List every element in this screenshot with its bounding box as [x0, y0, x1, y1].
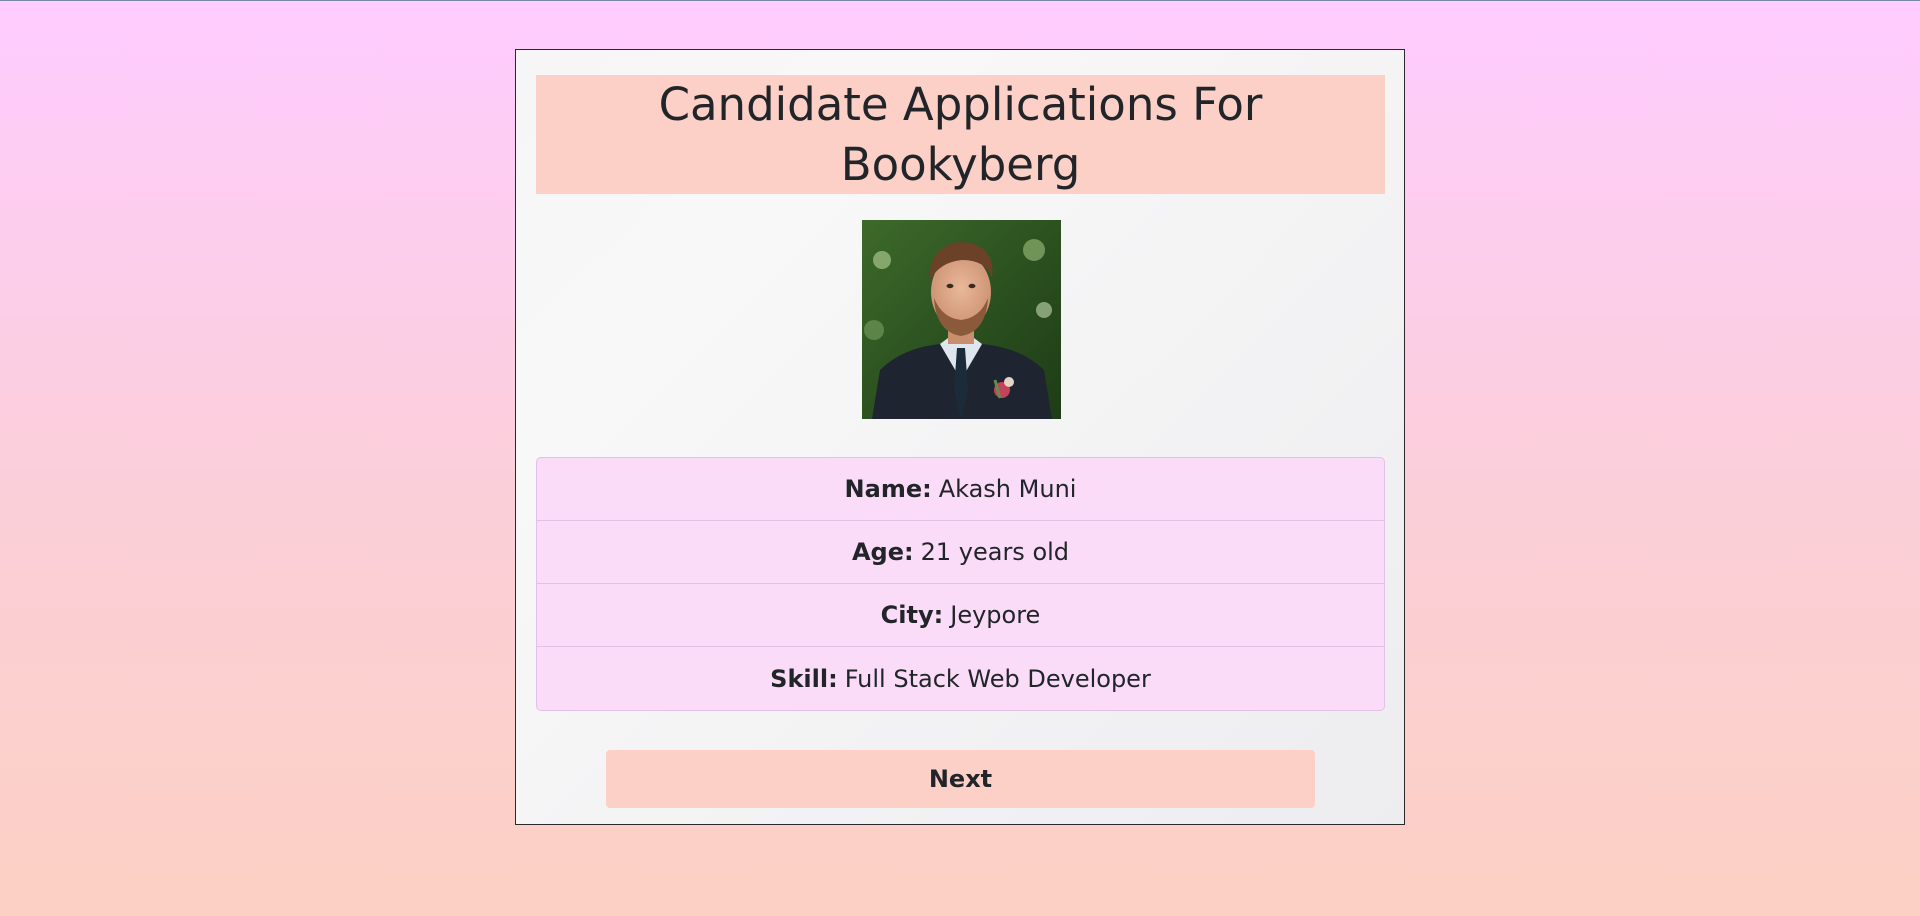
info-label: Skill: — [770, 664, 838, 693]
title-banner: Candidate Applications For Bookyberg — [536, 75, 1385, 194]
info-value: Full Stack Web Developer — [844, 664, 1151, 693]
info-value: Jeypore — [950, 601, 1041, 629]
info-label: Age: — [851, 538, 914, 566]
info-item-name: Name: Akash Muni — [537, 458, 1384, 521]
page-title: Candidate Applications For Bookyberg — [658, 77, 1263, 191]
info-value: Akash Muni — [938, 475, 1077, 503]
info-item-skill: Skill: Full Stack Web Developer — [537, 647, 1384, 710]
candidate-photo — [862, 220, 1061, 419]
info-item-age: Age: 21 years old — [537, 521, 1384, 584]
info-value: 21 years old — [920, 538, 1070, 566]
candidate-info-list: Name: Akash Muni Age: 21 years old City:… — [536, 457, 1385, 711]
info-label: City: — [880, 601, 944, 629]
info-label: Name: — [844, 475, 932, 503]
candidate-card: Candidate Applications For Bookyberg Nam… — [515, 49, 1405, 825]
next-button[interactable]: Next — [606, 750, 1315, 808]
info-item-city: City: Jeypore — [537, 584, 1384, 647]
